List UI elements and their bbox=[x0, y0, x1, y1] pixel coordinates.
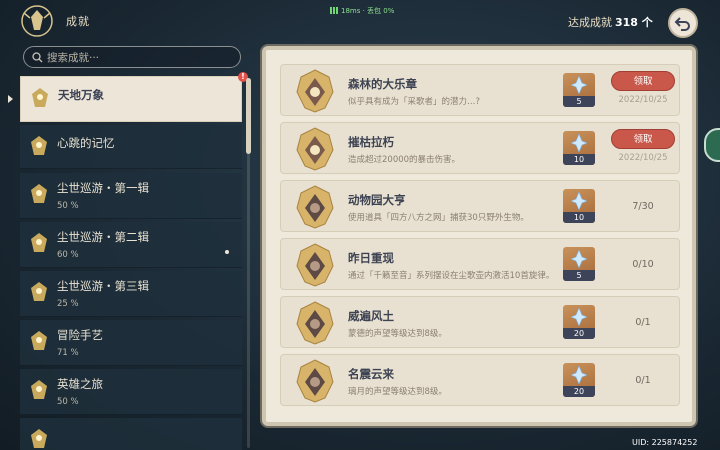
category-sidebar[interactable]: 天地万象 心跳的记忆 尘世巡游・第一辑 50 % 尘世巡游・第二辑 60 % 尘… bbox=[0, 72, 260, 450]
category-label: 冒险手艺 bbox=[57, 328, 103, 342]
network-status: 18ms · 丢包 0% bbox=[330, 6, 394, 16]
achievement-progress: 0/10 bbox=[632, 259, 654, 270]
achievement-badge-icon bbox=[31, 136, 47, 155]
achievement-title: 森林的大乐章 bbox=[348, 77, 417, 91]
category-percent: 60 % bbox=[57, 250, 79, 260]
primogem-reward: 5 bbox=[563, 247, 595, 281]
achievement-title: 名震云来 bbox=[348, 367, 394, 381]
reward-quantity: 10 bbox=[563, 212, 595, 223]
achievement-desc: 蒙德的声望等级达到8级。 bbox=[348, 329, 447, 339]
count-value: 318 个 bbox=[615, 16, 653, 29]
achievement-badge-icon bbox=[31, 380, 47, 399]
achievement-title: 动物园大亨 bbox=[348, 193, 406, 207]
search-icon bbox=[32, 51, 43, 62]
category-label: 心跳的记忆 bbox=[57, 136, 115, 150]
page-title: 成就 bbox=[66, 15, 90, 28]
achievement-badge-icon bbox=[31, 331, 47, 350]
primogem-icon bbox=[571, 308, 587, 326]
achievement-count: 达成成就 318 个 bbox=[568, 14, 653, 30]
category-label: 尘世巡游・第二辑 bbox=[57, 230, 149, 244]
achievement-badge-icon bbox=[31, 282, 47, 301]
medal-icon bbox=[296, 127, 334, 171]
achievement-progress: 0/1 bbox=[635, 375, 651, 386]
category-label: 尘世巡游・第一辑 bbox=[57, 181, 149, 195]
primogem-reward: 20 bbox=[563, 363, 595, 397]
achievement-badge-icon bbox=[31, 429, 47, 448]
medal-icon bbox=[296, 185, 334, 229]
category-item-chenshi-1[interactable]: 尘世巡游・第一辑 50 % bbox=[20, 173, 242, 219]
achievement-title: 昨日重现 bbox=[348, 251, 394, 265]
primogem-icon bbox=[571, 192, 587, 210]
achievement-row[interactable]: 名震云来 璃月的声望等级达到8级。 20 0/1 bbox=[280, 354, 680, 406]
primogem-icon bbox=[571, 366, 587, 384]
primogem-reward: 20 bbox=[563, 305, 595, 339]
achievement-desc: 使用道具「四方八方之网」捕获30只野外生物。 bbox=[348, 213, 529, 223]
selection-arrow-icon bbox=[8, 95, 13, 103]
primogem-reward: 10 bbox=[563, 131, 595, 165]
category-percent: 50 % bbox=[57, 397, 79, 407]
category-item-tiandi[interactable]: 天地万象 bbox=[20, 76, 242, 122]
primogem-icon bbox=[571, 76, 587, 94]
achievement-date: 2022/10/25 bbox=[618, 153, 668, 163]
primogem-icon bbox=[571, 250, 587, 268]
category-percent: 50 % bbox=[57, 201, 79, 211]
medal-icon bbox=[296, 243, 334, 287]
new-dot-indicator bbox=[225, 250, 229, 254]
category-label: 尘世巡游・第三辑 bbox=[57, 279, 149, 293]
medal-icon bbox=[296, 301, 334, 345]
medal-icon bbox=[296, 359, 334, 403]
achievement-progress: 0/1 bbox=[635, 317, 651, 328]
achievement-badge-icon bbox=[32, 88, 48, 107]
primogem-reward: 5 bbox=[563, 73, 595, 107]
category-item-yingxiong[interactable]: 英雄之旅 50 % bbox=[20, 369, 242, 415]
achievement-desc: 璃月的声望等级达到8级。 bbox=[348, 387, 447, 397]
side-tab-button[interactable] bbox=[704, 128, 720, 162]
achievement-title: 摧枯拉朽 bbox=[348, 135, 394, 149]
achievement-title: 威遍风土 bbox=[348, 309, 394, 323]
category-item-chenshi-2[interactable]: 尘世巡游・第二辑 60 % bbox=[20, 222, 242, 268]
achievement-badge-icon bbox=[31, 184, 47, 203]
uid-label: UID: 225874252 bbox=[632, 438, 698, 447]
category-percent: 25 % bbox=[57, 299, 79, 309]
reward-quantity: 5 bbox=[563, 270, 595, 281]
achievement-row[interactable]: 摧枯拉朽 造成超过20000的暴击伤害。 10 领取 2022/10/25 bbox=[280, 122, 680, 174]
achievement-desc: 通过「千籁至音」系列摆设在尘歌壶内激活10首旋律。 bbox=[348, 271, 555, 281]
category-label: 英雄之旅 bbox=[57, 377, 103, 391]
category-item-maoxian[interactable]: 冒险手艺 71 % bbox=[20, 320, 242, 366]
category-label: 天地万象 bbox=[58, 88, 104, 102]
category-item-chenshi-3[interactable]: 尘世巡游・第三辑 25 % bbox=[20, 271, 242, 317]
count-label: 达成成就 bbox=[568, 16, 612, 29]
search-placeholder: 搜索成就··· bbox=[47, 51, 100, 64]
sidebar-scroll-thumb[interactable] bbox=[246, 78, 251, 154]
category-item-xintiao[interactable]: 心跳的记忆 bbox=[20, 125, 242, 169]
reward-quantity: 20 bbox=[563, 386, 595, 397]
claim-button[interactable]: 领取 bbox=[611, 71, 675, 91]
claim-button[interactable]: 领取 bbox=[611, 129, 675, 149]
achievement-progress: 7/30 bbox=[632, 201, 654, 212]
signal-icon bbox=[330, 7, 338, 14]
reward-quantity: 10 bbox=[563, 154, 595, 165]
achievement-date: 2022/10/25 bbox=[618, 95, 668, 105]
medal-icon bbox=[296, 69, 334, 113]
return-arrow-icon bbox=[674, 17, 690, 31]
achievement-badge-icon bbox=[31, 233, 47, 252]
category-percent: 71 % bbox=[57, 348, 79, 358]
achievement-emblem-icon bbox=[21, 5, 53, 37]
primogem-reward: 10 bbox=[563, 189, 595, 223]
search-box[interactable]: 搜索成就··· bbox=[23, 46, 241, 68]
network-text: 18ms · 丢包 0% bbox=[341, 7, 395, 15]
reward-quantity: 20 bbox=[563, 328, 595, 339]
achievement-desc: 造成超过20000的暴击伤害。 bbox=[348, 155, 461, 165]
category-item-partial[interactable] bbox=[20, 418, 242, 450]
achievement-row[interactable]: 昨日重现 通过「千籁至音」系列摆设在尘歌壶内激活10首旋律。 5 0/10 bbox=[280, 238, 680, 290]
achievement-row[interactable]: 森林的大乐章 似乎具有成为「采歌者」的潜力…? 5 领取 2022/10/25 bbox=[280, 64, 680, 116]
back-button[interactable] bbox=[668, 8, 698, 38]
achievement-desc: 似乎具有成为「采歌者」的潜力…? bbox=[348, 97, 481, 107]
reward-quantity: 5 bbox=[563, 96, 595, 107]
primogem-icon bbox=[571, 134, 587, 152]
achievement-row[interactable]: 威遍风土 蒙德的声望等级达到8级。 20 0/1 bbox=[280, 296, 680, 348]
achievement-row[interactable]: 动物园大亨 使用道具「四方八方之网」捕获30只野外生物。 10 7/30 bbox=[280, 180, 680, 232]
